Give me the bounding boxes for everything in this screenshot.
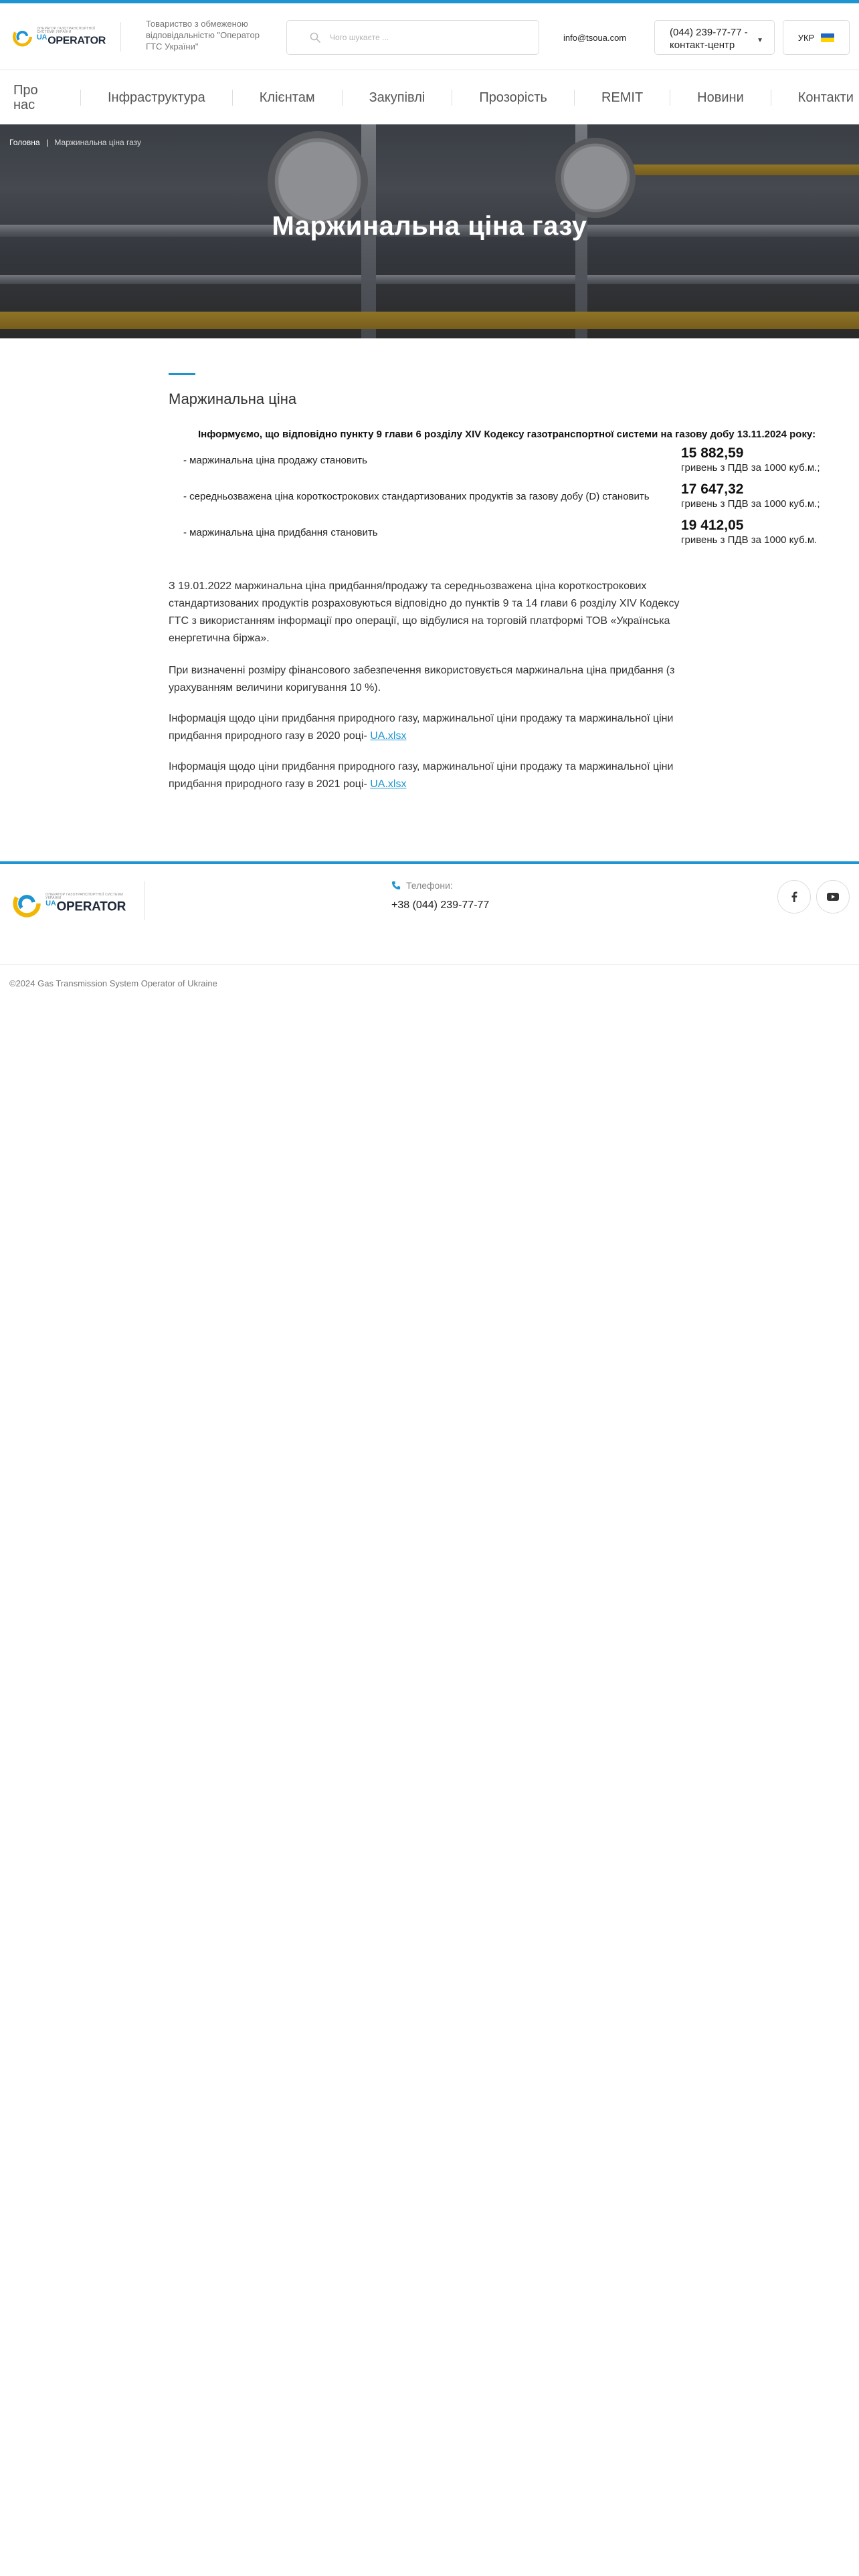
language-label: УКР	[797, 32, 815, 43]
search-input[interactable]	[330, 33, 531, 42]
search-icon[interactable]	[310, 32, 320, 43]
intro-text: Інформуємо, що відповідно пункту 9 глави…	[198, 429, 816, 440]
breadcrumb-home-link[interactable]: Головна	[9, 138, 40, 147]
nav-item-transparency[interactable]: Прозорість	[452, 90, 574, 106]
logo-wordmark: OPERATOR	[47, 35, 106, 47]
facebook-icon	[791, 891, 797, 902]
info-paragraph: З 19.01.2022 маржинальна ціна придбання/…	[169, 580, 680, 644]
info-paragraph-text: Інформація щодо ціни придбання природног…	[169, 761, 674, 790]
price-number: 15 882,59	[681, 445, 744, 461]
phone-icon	[391, 881, 401, 890]
company-name: Товариство з обмеженою відповідальністю …	[146, 19, 260, 51]
hero-banner: Головна | Маржинальна ціна газу Маржинал…	[0, 124, 859, 338]
footer-accent-line	[0, 861, 859, 864]
price-label: - маржинальна ціна продажу становить	[183, 455, 367, 466]
logo-emblem-icon	[12, 27, 32, 47]
nav-item-contacts[interactable]: Контакти	[771, 90, 854, 106]
xlsx-download-link-2020[interactable]: UA.xlsx	[370, 730, 406, 742]
header-divider	[120, 22, 121, 51]
info-paragraph-2020: Інформація щодо ціни придбання природног…	[169, 710, 690, 745]
xlsx-download-link-2021[interactable]: UA.xlsx	[370, 778, 406, 790]
info-paragraph-text: Інформація щодо ціни придбання природног…	[169, 713, 674, 742]
search-box[interactable]	[286, 20, 539, 55]
breadcrumb-current: Маржинальна ціна газу	[54, 138, 141, 147]
site-header: ОПЕРАТОР ГАЗОТРАНСПОРТНОЇ СИСТЕМИ УКРАЇН…	[0, 3, 859, 70]
youtube-icon	[827, 893, 839, 901]
info-paragraph: При визначенні розміру фінансового забез…	[169, 665, 675, 693]
contact-center-label: (044) 239-77-77 - контакт-центр	[670, 27, 748, 51]
facebook-button[interactable]	[777, 880, 811, 914]
youtube-button[interactable]	[816, 880, 850, 914]
nav-item-procurement[interactable]: Закупівлі	[343, 90, 452, 106]
footer-logo[interactable]: ОПЕРАТОР ГАЗОТРАНСПОРТНОЇ СИСТЕМИ УКРАЇН…	[12, 883, 126, 924]
site-logo[interactable]: ОПЕРАТОР ГАЗОТРАНСПОРТНОЇ СИСТЕМИ УКРАЇН…	[12, 19, 106, 54]
nav-item-news[interactable]: Новини	[670, 90, 771, 106]
price-unit: гривень з ПДВ за 1000 куб.м.	[681, 534, 818, 546]
logo-emblem-icon	[13, 889, 41, 918]
price-number: 17 647,32	[681, 481, 744, 497]
phone-number[interactable]: +38 (044) 239-77-77	[391, 899, 489, 911]
logo-ua: UA	[36, 33, 47, 41]
page-title: Маржинальна ціна газу	[272, 211, 587, 241]
contact-center-dropdown[interactable]: (044) 239-77-77 - контакт-центр ▼	[654, 20, 775, 55]
nav-item-about[interactable]: Про нас	[0, 83, 40, 112]
main-nav: Про нас Інфраструктура Клієнтам Закупівл…	[0, 71, 859, 124]
price-value: 15 882,59 гривень з ПДВ за 1000 куб.м.;	[681, 446, 820, 473]
section-accent-line	[169, 373, 195, 375]
ukraine-flag-icon	[821, 33, 835, 42]
section-title: Маржинальна ціна	[169, 391, 297, 407]
price-label: - маржинальна ціна придбання становить	[183, 527, 378, 538]
nav-item-remit[interactable]: REMIT	[575, 90, 670, 106]
nav-item-infrastructure[interactable]: Інфраструктура	[81, 90, 232, 106]
phone-label-text: Телефони:	[406, 880, 453, 891]
footer-bottom-divider	[0, 964, 859, 965]
logo-ua: UA	[45, 899, 56, 908]
chevron-down-icon: ▼	[757, 37, 763, 44]
price-label: - середньозважена ціна короткострокових …	[183, 491, 650, 502]
nav-item-clients[interactable]: Клієнтам	[233, 90, 342, 106]
price-unit: гривень з ПДВ за 1000 куб.м.;	[681, 462, 820, 473]
phone-label: Телефони:	[391, 880, 453, 891]
email-link[interactable]: info@tsoua.com	[563, 33, 626, 43]
logo-tagline: ОПЕРАТОР ГАЗОТРАНСПОРТНОЇ СИСТЕМИ УКРАЇН…	[36, 26, 96, 34]
breadcrumb-separator: |	[45, 138, 49, 147]
price-value: 17 647,32 гривень з ПДВ за 1000 куб.м.;	[681, 482, 820, 509]
breadcrumb: Головна | Маржинальна ціна газу	[9, 138, 141, 147]
price-unit: гривень з ПДВ за 1000 куб.м.;	[681, 498, 820, 510]
info-paragraph-2021: Інформація щодо ціни придбання природног…	[169, 758, 690, 793]
price-value: 19 412,05 гривень з ПДВ за 1000 куб.м.	[681, 518, 817, 545]
price-number: 19 412,05	[681, 518, 744, 533]
logo-wordmark: OPERATOR	[56, 899, 126, 914]
language-selector[interactable]: УКР	[783, 20, 850, 55]
copyright-text: ©2024 Gas Transmission System Operator o…	[9, 978, 217, 988]
